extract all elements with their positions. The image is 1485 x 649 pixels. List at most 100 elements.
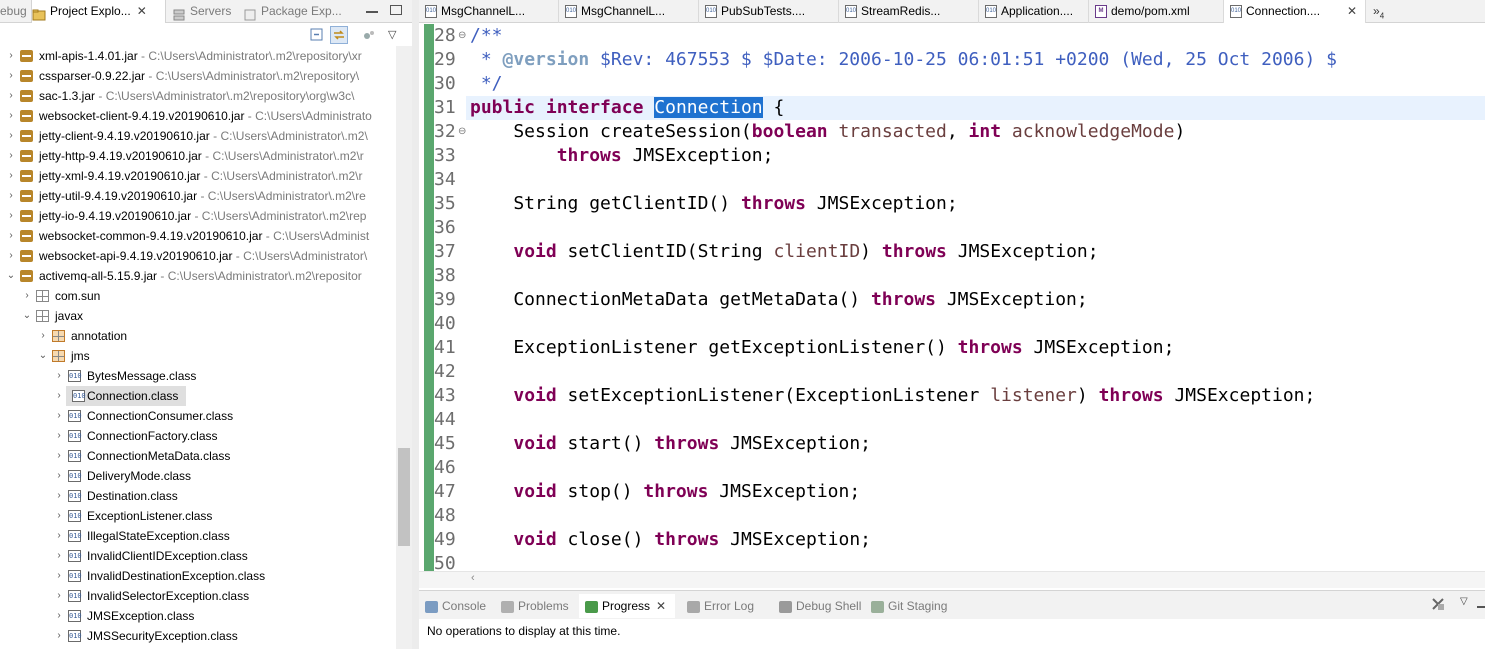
left-view-tabbar: ebug Project Explo... ✕ Servers Package E… [0,0,416,23]
code-line[interactable]: /** [470,24,503,48]
expand-chevron-icon[interactable]: › [54,426,64,446]
code-token: JMSException; [708,481,861,502]
tab-servers[interactable]: Servers [172,0,252,23]
code-line[interactable]: void close() throws JMSException; [470,528,871,552]
code-line[interactable]: void setExceptionListener(ExceptionListe… [470,384,1315,408]
tab-git-staging[interactable]: Git Staging [865,594,965,618]
expand-chevron-icon[interactable]: › [6,46,16,66]
expand-chevron-icon[interactable]: › [54,446,64,466]
expand-chevron-icon[interactable]: › [6,186,16,206]
code-line[interactable]: ExceptionListener getExceptionListener()… [470,336,1174,360]
panel-view-menu-icon[interactable]: ▽ [1460,596,1468,607]
close-icon[interactable]: ✕ [656,599,666,613]
maximize-icon[interactable] [390,5,402,15]
editor-tab-label: demo/pom.xml [1111,4,1190,18]
editor-tab[interactable]: Mdemo/pom.xml [1089,0,1224,23]
code-line[interactable]: void start() throws JMSException; [470,432,871,456]
code-line[interactable]: void stop() throws JMSException; [470,480,860,504]
expand-chevron-icon[interactable]: › [6,146,16,166]
tree-item-path: - C:\Users\Administrato [244,109,372,123]
editor-tab[interactable]: 010 Connection.... ✕ [1224,0,1366,23]
expand-chevron-icon[interactable]: › [54,406,64,426]
expand-chevron-icon[interactable]: › [38,326,48,346]
tab-console[interactable]: Console [419,594,493,618]
collapse-chevron-icon[interactable]: ⌄ [38,346,48,366]
expand-chevron-icon[interactable]: › [6,86,16,106]
minimize-icon[interactable] [366,5,378,13]
expand-chevron-icon[interactable]: › [6,106,16,126]
editor-tab[interactable]: 010 Application.... [979,0,1089,23]
fold-toggle-icon[interactable]: ⊖ [458,30,466,41]
class-file-icon: 010 [68,610,82,622]
expand-chevron-icon[interactable]: › [54,546,64,566]
close-icon[interactable]: ✕ [1347,0,1357,23]
expand-chevron-icon[interactable]: › [6,126,16,146]
close-icon[interactable]: ✕ [137,4,147,18]
tree-scrollbar[interactable] [396,46,412,649]
expand-chevron-icon[interactable]: › [54,486,64,506]
expand-chevron-icon[interactable]: › [54,586,64,606]
expand-chevron-icon[interactable]: › [6,246,16,266]
expand-chevron-icon[interactable]: › [6,66,16,86]
collapse-all-icon[interactable] [308,26,326,44]
tree-item-label: activemq-all-5.15.9.jar [39,269,158,283]
progress-icon [585,600,598,613]
code-line[interactable]: public interface Connection { [470,96,784,120]
code-line[interactable]: void setClientID(String clientID) throws… [470,240,1098,264]
tab-problems[interactable]: Problems [495,594,577,618]
expand-chevron-icon[interactable]: › [22,286,32,306]
code-token: start() [556,433,655,454]
fold-toggle-icon[interactable]: ⊖ [458,126,466,137]
expand-chevron-icon[interactable]: › [6,206,16,226]
editor-tab[interactable]: 010 MsgChannelL... [559,0,699,23]
code-line[interactable]: * @version $Rev: 467553 $ $Date: 2006-10… [470,48,1337,72]
tab-overflow-button[interactable]: »4 [1373,0,1384,23]
tab-progress[interactable]: Progress ✕ [579,594,675,618]
editor-tab[interactable]: 010 MsgChannelL... [419,0,559,23]
expand-chevron-icon[interactable]: › [54,606,64,626]
tree-item-path: - C:\Users\Administ [262,229,370,243]
panel-minimize-icon[interactable] [1477,600,1485,608]
view-sash[interactable] [412,0,419,649]
collapse-chevron-icon[interactable]: ⌄ [22,306,32,326]
tab-error-log[interactable]: Error Log [681,594,769,618]
expand-chevron-icon[interactable]: › [54,366,64,386]
code-line[interactable]: throws JMSException; [470,144,774,168]
code-line[interactable]: */ [470,72,503,96]
code-line[interactable]: String getClientID() throws JMSException… [470,192,957,216]
editor-tab[interactable]: 010 PubSubTests.... [699,0,839,23]
expand-chevron-icon[interactable]: › [6,166,16,186]
tab-debug-shell[interactable]: Debug Shell [773,594,861,618]
expand-chevron-icon[interactable]: › [54,506,64,526]
tab-project-explorer[interactable]: Project Explo... ✕ [31,0,166,23]
expand-chevron-icon[interactable]: › [54,386,64,406]
code-line[interactable]: Session createSession(boolean transacted… [470,120,1185,144]
remove-all-finished-icon[interactable] [1430,596,1446,612]
problems-icon [501,600,514,613]
expand-chevron-icon[interactable]: › [54,466,64,486]
link-with-editor-icon[interactable] [330,26,348,44]
expand-chevron-icon[interactable]: › [54,526,64,546]
scroll-left-icon[interactable]: ‹ [471,572,475,584]
tab-debug[interactable]: ebug [0,0,30,23]
expand-chevron-icon[interactable]: › [54,626,64,646]
tree-item-label: ExceptionListener.class [87,509,213,523]
view-menu-icon[interactable]: ▽ [388,26,406,44]
filter-icon[interactable] [360,26,378,44]
class-file-icon: 010 [68,430,82,442]
jar-icon [20,130,33,142]
tree-item-label: javax [55,309,84,323]
code-line[interactable]: ConnectionMetaData getMetaData() throws … [470,288,1087,312]
jar-icon [20,90,33,102]
tree-item-class[interactable]: › 010 Connection.class [57,386,186,406]
editor-horizontal-scrollbar[interactable]: ‹ [419,571,1485,588]
collapse-chevron-icon[interactable]: ⌄ [6,266,16,286]
expand-chevron-icon[interactable]: › [54,566,64,586]
editor-tab[interactable]: 010 StreamRedis... [839,0,979,23]
expand-chevron-icon[interactable]: › [6,226,16,246]
tree-scrollbar-thumb[interactable] [398,448,410,546]
code-token: throws [881,241,947,262]
tab-package-explorer[interactable]: Package Exp... [243,0,353,23]
jar-icon [20,190,33,202]
code-token: interface [545,97,644,118]
